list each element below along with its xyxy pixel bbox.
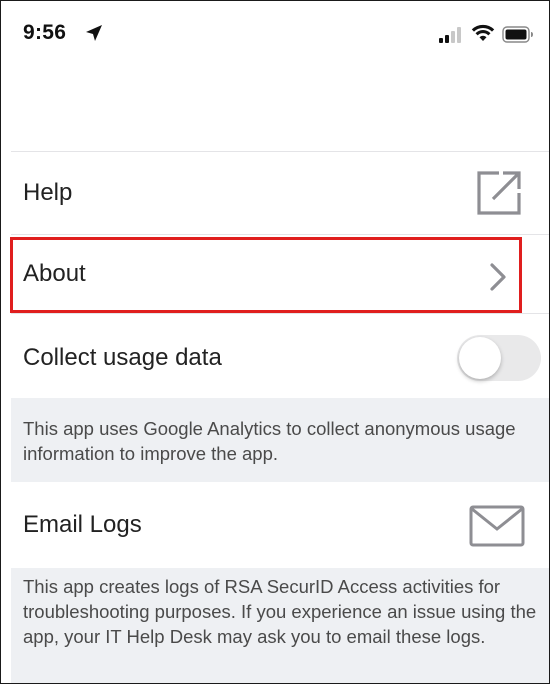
status-time: 9:56 — [23, 21, 67, 44]
email-logs-row[interactable]: Email Logs — [11, 483, 549, 567]
collect-usage-label: Collect usage data — [23, 344, 222, 371]
location-arrow-icon — [86, 25, 102, 41]
analytics-note: This app uses Google Analytics to collec… — [11, 398, 549, 482]
battery-icon — [502, 26, 533, 43]
signal-icon — [439, 27, 461, 43]
collect-usage-row: Collect usage data — [11, 315, 549, 397]
help-label: Help — [23, 179, 73, 206]
divider — [11, 234, 549, 235]
help-row[interactable]: Help — [11, 152, 549, 234]
about-row[interactable]: About — [11, 237, 549, 311]
external-link-icon — [477, 171, 521, 215]
mail-icon — [469, 505, 525, 547]
navigation-bar — [1, 71, 549, 151]
collect-usage-toggle[interactable] — [457, 335, 541, 381]
wifi-icon — [471, 24, 495, 41]
about-label: About — [23, 260, 86, 287]
logs-note: This app creates logs of RSA SecurID Acc… — [11, 568, 549, 683]
chevron-right-icon — [490, 263, 506, 291]
divider — [11, 313, 549, 314]
analytics-note-text: This app uses Google Analytics to collec… — [23, 418, 516, 464]
email-logs-label: Email Logs — [23, 511, 142, 538]
logs-note-text: This app creates logs of RSA SecurID Acc… — [23, 576, 537, 647]
screenshot-frame: 9:56 Help About Collect usage data This … — [0, 0, 550, 684]
status-bar: 9:56 — [1, 1, 549, 71]
toggle-knob — [459, 337, 501, 379]
